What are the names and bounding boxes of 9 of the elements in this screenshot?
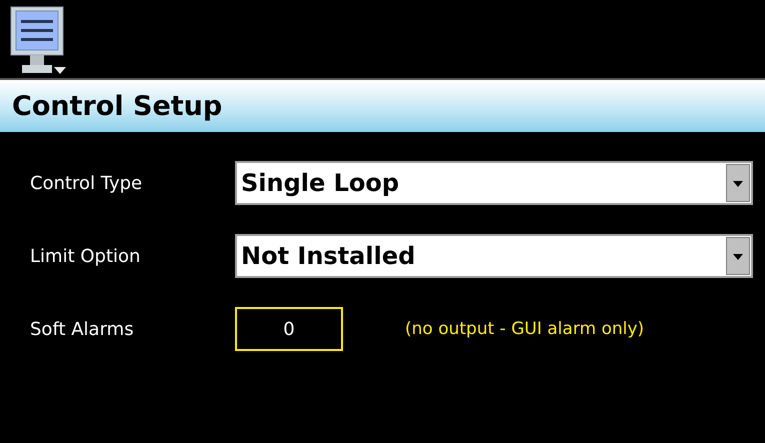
monitor-menu-icon[interactable]: [10, 6, 68, 76]
page-title: Control Setup: [12, 90, 222, 122]
setting-label: Limit Option: [30, 246, 142, 266]
dropdown[interactable]: Single Loop: [235, 161, 753, 205]
input-field[interactable]: 0: [235, 307, 343, 351]
setting-label: Soft Alarms: [30, 318, 135, 340]
dropdown[interactable]: Not Installed: [235, 234, 753, 278]
setting-label: Control Type: [30, 172, 144, 194]
field-note: (no output - GUI alarm only): [405, 319, 644, 339]
